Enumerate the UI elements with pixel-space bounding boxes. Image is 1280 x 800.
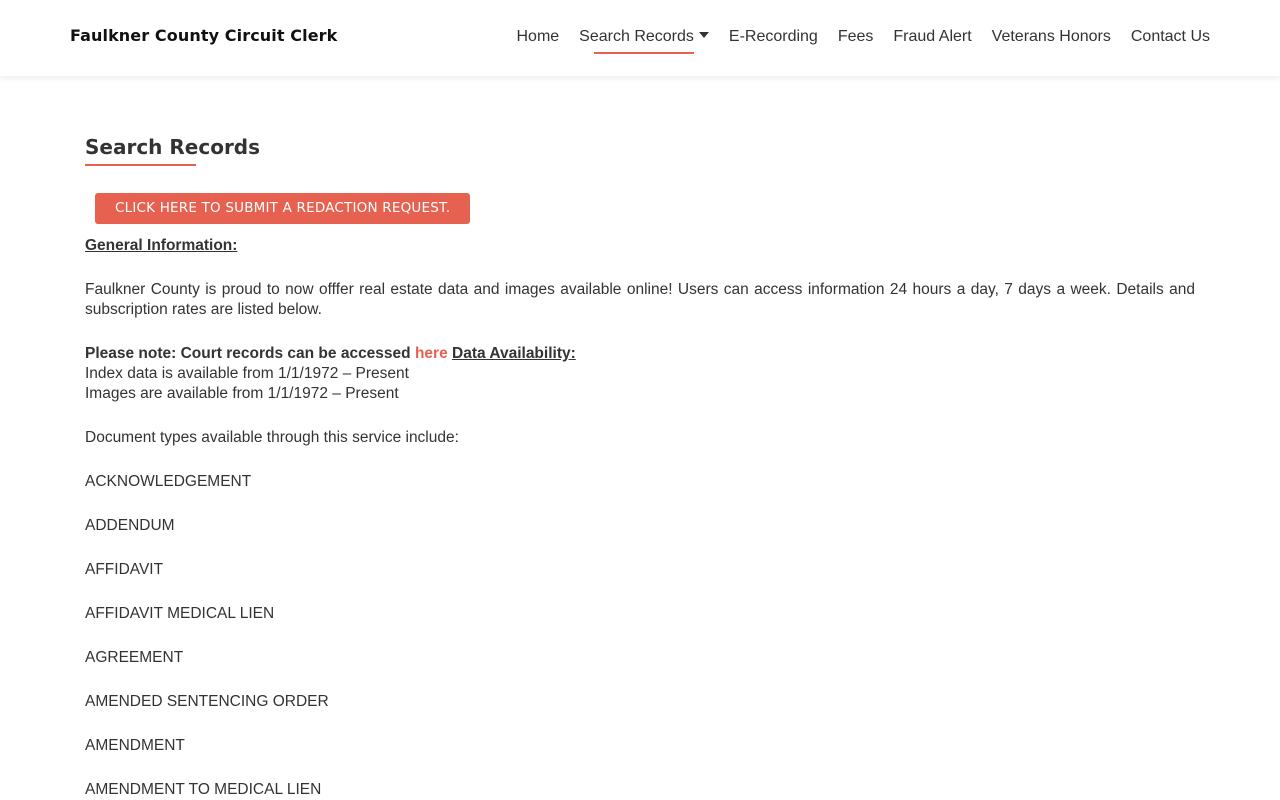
- list-item: AFFIDAVIT MEDICAL LIEN: [85, 605, 275, 622]
- title-underline: [85, 164, 196, 166]
- doc-types-intro: Document types available through this se…: [85, 429, 459, 446]
- general-information-heading: General Information:: [85, 237, 238, 254]
- images-availability: Images are available from 1/1/1972 – Pre…: [85, 385, 399, 402]
- nav-e-recording[interactable]: E-Recording: [729, 28, 818, 54]
- main-content: Search Records CLICK HERE TO SUBMIT A RE…: [85, 130, 1195, 800]
- document-types-list: ACKNOWLEDGEMENT ADDENDUM AFFIDAVIT AFFID…: [85, 472, 1195, 800]
- nav-veterans-honors[interactable]: Veterans Honors: [992, 28, 1111, 54]
- note-paragraph: Please note: Court records can be access…: [85, 344, 1195, 364]
- list-item: AMENDMENT: [85, 737, 185, 754]
- court-records-link[interactable]: here: [415, 345, 448, 362]
- list-item: ADDENDUM: [85, 517, 175, 534]
- nav-home[interactable]: Home: [516, 28, 559, 54]
- page-title: Search Records: [85, 135, 261, 159]
- list-item: AGREEMENT: [85, 649, 184, 666]
- nav-search-records[interactable]: Search Records: [579, 28, 709, 54]
- list-item: AFFIDAVIT: [85, 561, 164, 578]
- list-item: AMENDED SENTENCING ORDER: [85, 693, 329, 710]
- caret-down-icon[interactable]: [698, 32, 709, 38]
- site-title[interactable]: Faulkner County Circuit Clerk: [70, 26, 337, 45]
- index-availability: Index data is available from 1/1/1972 – …: [85, 365, 409, 382]
- note-prefix: Please note: Court records can be access…: [85, 345, 415, 362]
- main-nav: Home Search Records E-Recording Fees Fra…: [516, 28, 1210, 54]
- nav-search-records-label: Search Records: [579, 28, 694, 45]
- data-availability-heading: Data Availability:: [452, 345, 576, 362]
- intro-paragraph: Faulkner County is proud to now offfer r…: [85, 281, 1195, 318]
- site-header: Faulkner County Circuit Clerk Home Searc…: [0, 0, 1280, 76]
- list-item: AMENDMENT TO MEDICAL LIEN: [85, 781, 322, 798]
- list-item: ACKNOWLEDGEMENT: [85, 473, 252, 490]
- redaction-request-button[interactable]: CLICK HERE TO SUBMIT A REDACTION REQUEST…: [95, 193, 471, 224]
- nav-fraud-alert[interactable]: Fraud Alert: [893, 28, 971, 54]
- nav-fees[interactable]: Fees: [838, 28, 874, 54]
- nav-contact-us[interactable]: Contact Us: [1131, 28, 1210, 54]
